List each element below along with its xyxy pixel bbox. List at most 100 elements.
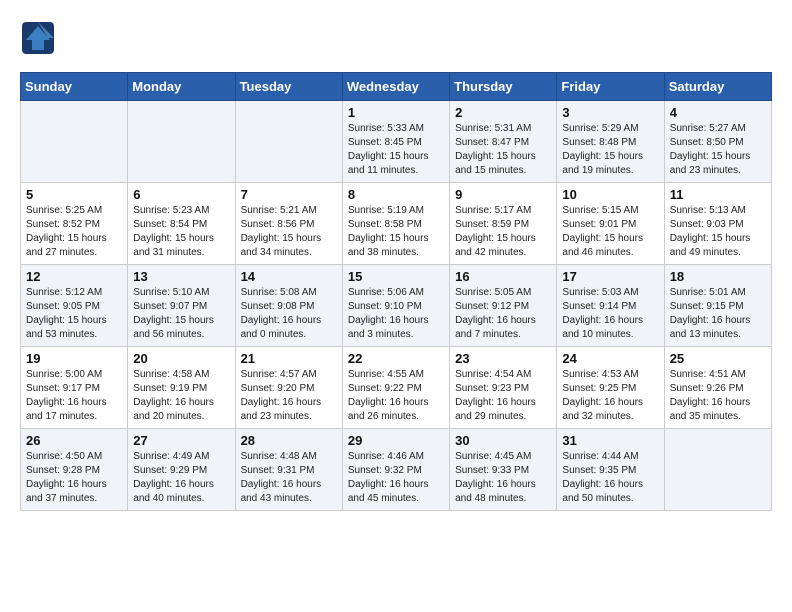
weekday-header-monday: Monday bbox=[128, 73, 235, 101]
calendar-cell: 11 Sunrise: 5:13 AM Sunset: 9:03 PM Dayli… bbox=[664, 183, 771, 265]
weekday-header-saturday: Saturday bbox=[664, 73, 771, 101]
day-number: 1 bbox=[348, 105, 444, 120]
weekday-header-sunday: Sunday bbox=[21, 73, 128, 101]
weekday-header-wednesday: Wednesday bbox=[342, 73, 449, 101]
day-number: 23 bbox=[455, 351, 551, 366]
weekday-header-friday: Friday bbox=[557, 73, 664, 101]
calendar-cell: 9Sunrise: 5:17 AM Sunset: 8:59 PM Daylig… bbox=[450, 183, 557, 265]
calendar-cell: 19 Sunrise: 5:00 AM Sunset: 9:17 PM Dayli… bbox=[21, 347, 128, 429]
day-number: 14 bbox=[241, 269, 337, 284]
day-info: Sunrise: 5:13 AM Sunset: 9:03 PM Dayligh… bbox=[670, 204, 766, 260]
weekday-header-thursday: Thursday bbox=[450, 73, 557, 101]
day-info: Sunrise: 4:48 AM Sunset: 9:31 PM Dayligh… bbox=[241, 450, 337, 506]
day-info: Sunrise: 5:27 AM Sunset: 8:50 PM Dayligh… bbox=[670, 122, 766, 178]
day-info: Sunrise: 4:58 AM Sunset: 9:19 PM Dayligh… bbox=[133, 368, 229, 424]
logo bbox=[20, 20, 62, 56]
day-number: 21 bbox=[241, 351, 337, 366]
calendar-cell: 21Sunrise: 4:57 AM Sunset: 9:20 PM Dayli… bbox=[235, 347, 342, 429]
day-info: Sunrise: 4:53 AM Sunset: 9:25 PM Dayligh… bbox=[562, 368, 658, 424]
day-number: 30 bbox=[455, 433, 551, 448]
calendar-row-4: 26Sunrise: 4:50 AM Sunset: 9:28 PM Dayli… bbox=[21, 429, 772, 511]
day-number: 25 bbox=[670, 351, 766, 366]
calendar-cell: 30 Sunrise: 4:45 AM Sunset: 9:33 PM Dayli… bbox=[450, 429, 557, 511]
calendar-cell: 26Sunrise: 4:50 AM Sunset: 9:28 PM Dayli… bbox=[21, 429, 128, 511]
day-number: 13 bbox=[133, 269, 229, 284]
day-info: Sunrise: 5:29 AM Sunset: 8:48 PM Dayligh… bbox=[562, 122, 658, 178]
calendar-cell: 6Sunrise: 5:23 AM Sunset: 8:54 PM Daylig… bbox=[128, 183, 235, 265]
calendar-cell: 15 Sunrise: 5:06 AM Sunset: 9:10 PM Dayli… bbox=[342, 265, 449, 347]
calendar-cell: 5 Sunrise: 5:25 AM Sunset: 8:52 PM Daylig… bbox=[21, 183, 128, 265]
day-number: 18 bbox=[670, 269, 766, 284]
calendar-cell: 8 Sunrise: 5:19 AM Sunset: 8:58 PM Daylig… bbox=[342, 183, 449, 265]
day-info: Sunrise: 4:51 AM Sunset: 9:26 PM Dayligh… bbox=[670, 368, 766, 424]
calendar-cell: 7 Sunrise: 5:21 AM Sunset: 8:56 PM Daylig… bbox=[235, 183, 342, 265]
day-number: 29 bbox=[348, 433, 444, 448]
day-number: 15 bbox=[348, 269, 444, 284]
calendar-cell: 25 Sunrise: 4:51 AM Sunset: 9:26 PM Dayli… bbox=[664, 347, 771, 429]
weekday-header-tuesday: Tuesday bbox=[235, 73, 342, 101]
day-number: 16 bbox=[455, 269, 551, 284]
day-info: Sunrise: 5:19 AM Sunset: 8:58 PM Dayligh… bbox=[348, 204, 444, 260]
calendar-cell: 13 Sunrise: 5:10 AM Sunset: 9:07 PM Dayli… bbox=[128, 265, 235, 347]
calendar-cell: 1 Sunrise: 5:33 AM Sunset: 8:45 PM Daylig… bbox=[342, 101, 449, 183]
day-info: Sunrise: 4:50 AM Sunset: 9:28 PM Dayligh… bbox=[26, 450, 122, 506]
day-info: Sunrise: 5:10 AM Sunset: 9:07 PM Dayligh… bbox=[133, 286, 229, 342]
calendar-cell: 4 Sunrise: 5:27 AM Sunset: 8:50 PM Daylig… bbox=[664, 101, 771, 183]
page-header bbox=[20, 20, 772, 56]
day-number: 7 bbox=[241, 187, 337, 202]
day-number: 2 bbox=[455, 105, 551, 120]
calendar-cell: 12 Sunrise: 5:12 AM Sunset: 9:05 PM Dayli… bbox=[21, 265, 128, 347]
day-info: Sunrise: 5:06 AM Sunset: 9:10 PM Dayligh… bbox=[348, 286, 444, 342]
day-number: 19 bbox=[26, 351, 122, 366]
calendar-cell: 23 Sunrise: 4:54 AM Sunset: 9:23 PM Dayli… bbox=[450, 347, 557, 429]
calendar-cell: 28 Sunrise: 4:48 AM Sunset: 9:31 PM Dayli… bbox=[235, 429, 342, 511]
day-number: 20 bbox=[133, 351, 229, 366]
calendar-row-3: 19 Sunrise: 5:00 AM Sunset: 9:17 PM Dayli… bbox=[21, 347, 772, 429]
calendar-cell bbox=[128, 101, 235, 183]
day-number: 28 bbox=[241, 433, 337, 448]
day-info: Sunrise: 5:25 AM Sunset: 8:52 PM Dayligh… bbox=[26, 204, 122, 260]
calendar-table: SundayMondayTuesdayWednesdayThursdayFrid… bbox=[20, 72, 772, 511]
day-number: 22 bbox=[348, 351, 444, 366]
calendar-row-2: 12 Sunrise: 5:12 AM Sunset: 9:05 PM Dayli… bbox=[21, 265, 772, 347]
day-number: 31 bbox=[562, 433, 658, 448]
calendar-cell: 10Sunrise: 5:15 AM Sunset: 9:01 PM Dayli… bbox=[557, 183, 664, 265]
day-info: Sunrise: 5:05 AM Sunset: 9:12 PM Dayligh… bbox=[455, 286, 551, 342]
day-info: Sunrise: 5:21 AM Sunset: 8:56 PM Dayligh… bbox=[241, 204, 337, 260]
day-number: 24 bbox=[562, 351, 658, 366]
logo-icon bbox=[20, 20, 56, 56]
calendar-cell: 27Sunrise: 4:49 AM Sunset: 9:29 PM Dayli… bbox=[128, 429, 235, 511]
day-info: Sunrise: 4:45 AM Sunset: 9:33 PM Dayligh… bbox=[455, 450, 551, 506]
calendar-cell: 18 Sunrise: 5:01 AM Sunset: 9:15 PM Dayli… bbox=[664, 265, 771, 347]
day-number: 12 bbox=[26, 269, 122, 284]
day-info: Sunrise: 4:55 AM Sunset: 9:22 PM Dayligh… bbox=[348, 368, 444, 424]
day-info: Sunrise: 5:08 AM Sunset: 9:08 PM Dayligh… bbox=[241, 286, 337, 342]
calendar-cell bbox=[235, 101, 342, 183]
calendar-cell: 2Sunrise: 5:31 AM Sunset: 8:47 PM Daylig… bbox=[450, 101, 557, 183]
day-info: Sunrise: 5:12 AM Sunset: 9:05 PM Dayligh… bbox=[26, 286, 122, 342]
calendar-cell: 14 Sunrise: 5:08 AM Sunset: 9:08 PM Dayli… bbox=[235, 265, 342, 347]
weekday-header-row: SundayMondayTuesdayWednesdayThursdayFrid… bbox=[21, 73, 772, 101]
day-number: 6 bbox=[133, 187, 229, 202]
day-info: Sunrise: 5:33 AM Sunset: 8:45 PM Dayligh… bbox=[348, 122, 444, 178]
day-number: 8 bbox=[348, 187, 444, 202]
day-info: Sunrise: 5:01 AM Sunset: 9:15 PM Dayligh… bbox=[670, 286, 766, 342]
day-number: 3 bbox=[562, 105, 658, 120]
day-info: Sunrise: 5:17 AM Sunset: 8:59 PM Dayligh… bbox=[455, 204, 551, 260]
day-info: Sunrise: 4:54 AM Sunset: 9:23 PM Dayligh… bbox=[455, 368, 551, 424]
day-info: Sunrise: 5:00 AM Sunset: 9:17 PM Dayligh… bbox=[26, 368, 122, 424]
calendar-cell: 24 Sunrise: 4:53 AM Sunset: 9:25 PM Dayli… bbox=[557, 347, 664, 429]
day-info: Sunrise: 5:03 AM Sunset: 9:14 PM Dayligh… bbox=[562, 286, 658, 342]
day-number: 4 bbox=[670, 105, 766, 120]
calendar-cell: 16 Sunrise: 5:05 AM Sunset: 9:12 PM Dayli… bbox=[450, 265, 557, 347]
day-number: 5 bbox=[26, 187, 122, 202]
calendar-cell: 31Sunrise: 4:44 AM Sunset: 9:35 PM Dayli… bbox=[557, 429, 664, 511]
calendar-cell: 3 Sunrise: 5:29 AM Sunset: 8:48 PM Daylig… bbox=[557, 101, 664, 183]
calendar-row-0: 1 Sunrise: 5:33 AM Sunset: 8:45 PM Daylig… bbox=[21, 101, 772, 183]
calendar-cell: 22 Sunrise: 4:55 AM Sunset: 9:22 PM Dayli… bbox=[342, 347, 449, 429]
day-number: 11 bbox=[670, 187, 766, 202]
calendar-cell: 17Sunrise: 5:03 AM Sunset: 9:14 PM Dayli… bbox=[557, 265, 664, 347]
calendar-cell bbox=[664, 429, 771, 511]
calendar-cell: 20 Sunrise: 4:58 AM Sunset: 9:19 PM Dayli… bbox=[128, 347, 235, 429]
calendar-row-1: 5 Sunrise: 5:25 AM Sunset: 8:52 PM Daylig… bbox=[21, 183, 772, 265]
